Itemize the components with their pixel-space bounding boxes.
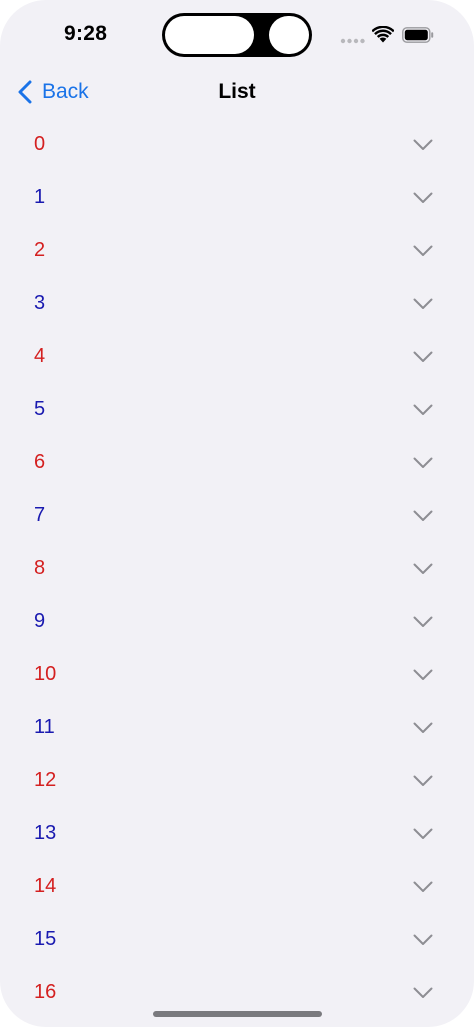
home-indicator[interactable] <box>153 1011 322 1017</box>
list-item-10[interactable]: 10 <box>0 648 474 701</box>
list-item-9[interactable]: 9 <box>0 595 474 648</box>
list-item-4[interactable]: 4 <box>0 330 474 383</box>
status-time: 9:28 <box>64 22 108 45</box>
list-item-label: 12 <box>34 769 57 791</box>
list-item-label: 6 <box>34 451 46 473</box>
back-button-label: Back <box>42 80 89 103</box>
list-item-1[interactable]: 1 <box>0 171 474 224</box>
chevron-down-icon[interactable] <box>413 298 433 310</box>
chevron-down-icon[interactable] <box>413 563 433 575</box>
chevron-down-icon[interactable] <box>413 616 433 628</box>
list-item-15[interactable]: 15 <box>0 913 474 966</box>
list-item-8[interactable]: 8 <box>0 542 474 595</box>
chevron-down-icon[interactable] <box>413 457 433 469</box>
list-item-label: 13 <box>34 822 57 844</box>
list-item-13[interactable]: 13 <box>0 807 474 860</box>
chevron-down-icon[interactable] <box>413 987 433 999</box>
list-item-3[interactable]: 3 <box>0 277 474 330</box>
navigation-bar: Back List <box>0 72 474 112</box>
phone-screen: 9:28 Back List 0 1 2 3 4 5 6 7 8 9 10 11… <box>0 0 474 1027</box>
list-item-label: 11 <box>34 716 55 738</box>
list-item-label: 4 <box>34 345 46 367</box>
dynamic-island-dot <box>269 16 309 54</box>
dynamic-island-pill <box>165 16 254 54</box>
dynamic-island <box>162 13 312 57</box>
list-item-11[interactable]: 11 <box>0 701 474 754</box>
wifi-icon <box>372 26 394 43</box>
chevron-down-icon[interactable] <box>413 245 433 257</box>
list-item-label: 2 <box>34 239 46 261</box>
list-item-label: 10 <box>34 663 57 685</box>
list-item-14[interactable]: 14 <box>0 860 474 913</box>
chevron-down-icon[interactable] <box>413 881 433 893</box>
chevron-left-icon <box>18 80 32 104</box>
list-item-label: 15 <box>34 928 57 950</box>
chevron-down-icon[interactable] <box>413 775 433 787</box>
back-button[interactable]: Back <box>18 72 89 112</box>
list-item-label: 16 <box>34 981 57 1003</box>
status-bar: 9:28 <box>0 0 474 72</box>
chevron-down-icon[interactable] <box>413 722 433 734</box>
list-item-label: 0 <box>34 133 46 155</box>
list-item-label: 1 <box>34 186 46 208</box>
item-list: 0 1 2 3 4 5 6 7 8 9 10 11 12 13 14 15 16 <box>0 118 474 1019</box>
cellular-signal-icon <box>340 38 365 44</box>
chevron-down-icon[interactable] <box>413 510 433 522</box>
chevron-down-icon[interactable] <box>413 192 433 204</box>
list-item-label: 14 <box>34 875 57 897</box>
list-item-label: 8 <box>34 557 46 579</box>
battery-icon <box>402 27 434 43</box>
list-item-6[interactable]: 6 <box>0 436 474 489</box>
chevron-down-icon[interactable] <box>413 828 433 840</box>
list-item-0[interactable]: 0 <box>0 118 474 171</box>
list-item-7[interactable]: 7 <box>0 489 474 542</box>
chevron-down-icon[interactable] <box>413 404 433 416</box>
list-item-label: 7 <box>34 504 46 526</box>
list-item-12[interactable]: 12 <box>0 754 474 807</box>
list-item-2[interactable]: 2 <box>0 224 474 277</box>
chevron-down-icon[interactable] <box>413 139 433 151</box>
list-item-label: 9 <box>34 610 46 632</box>
chevron-down-icon[interactable] <box>413 669 433 681</box>
chevron-down-icon[interactable] <box>413 351 433 363</box>
list-item-label: 3 <box>34 292 46 314</box>
chevron-down-icon[interactable] <box>413 934 433 946</box>
list-item-label: 5 <box>34 398 46 420</box>
list-item-5[interactable]: 5 <box>0 383 474 436</box>
